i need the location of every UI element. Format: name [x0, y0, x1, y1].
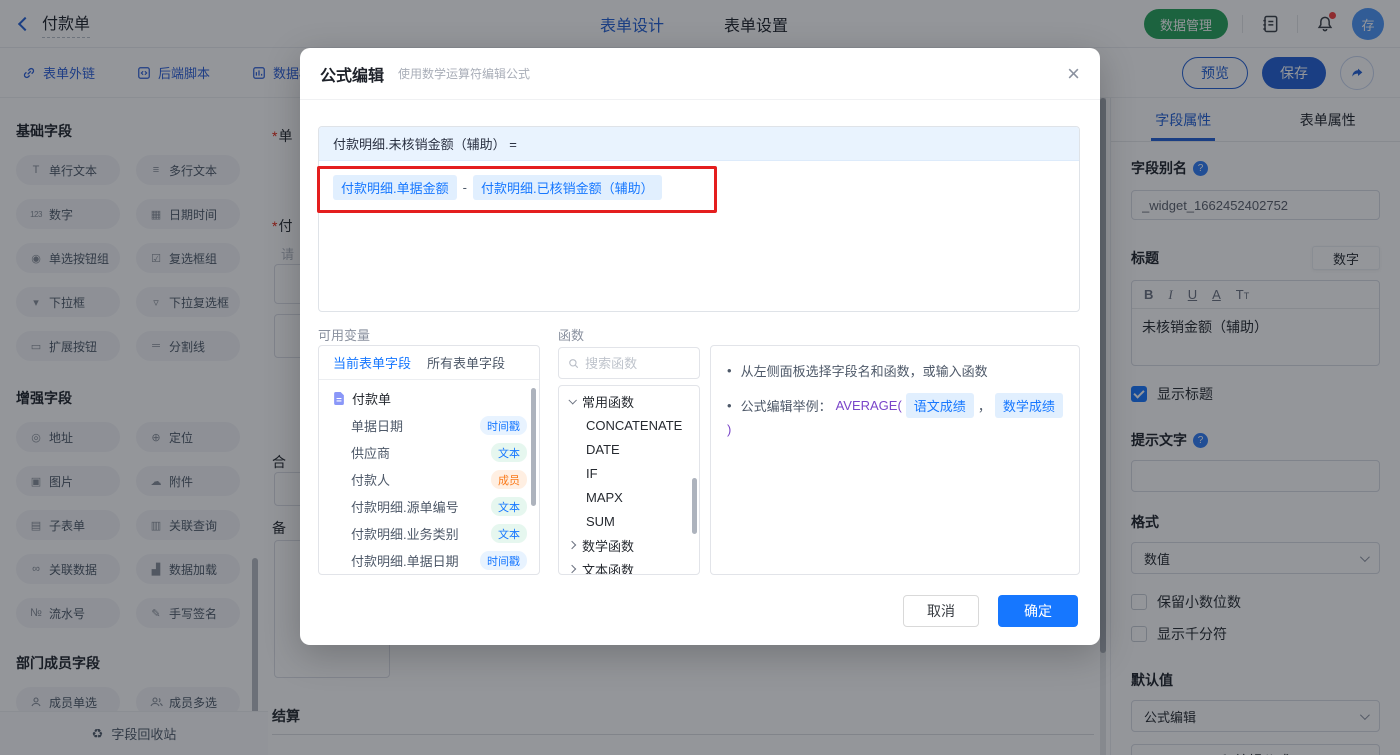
variable-row[interactable]: 付款人 成员 [319, 466, 539, 493]
functions-scrollbar[interactable] [692, 478, 697, 534]
function-search-input[interactable] [585, 355, 690, 371]
variable-row[interactable]: 付款明细.单据日期 时间戳 [319, 547, 539, 574]
type-badge: 文本 [491, 443, 527, 462]
variables-tree: 付款单 单据日期 时间戳 供应商 文本 付款人 成员 付款明细.源单编号 文本 付款明细… [319, 380, 539, 574]
modal-subtitle: 使用数学运算符编辑公式 [398, 67, 531, 81]
modal-header: 公式编辑 使用数学运算符编辑公式 × [300, 48, 1100, 100]
function-group-text[interactable]: 文本函数 [559, 557, 699, 574]
formula-editor-area: 付款明细.未核销金额（辅助） = 付款明细.单据金额 - 付款明细.已核销金额（… [318, 126, 1080, 312]
function-group-common[interactable]: 常用函数 [559, 389, 699, 413]
form-doc-icon [334, 392, 344, 405]
example-field-chip: 数学成绩 [994, 393, 1063, 418]
formula-field-chip[interactable]: 付款明细.单据金额 [333, 175, 457, 200]
confirm-button[interactable]: 确定 [998, 595, 1078, 627]
formula-target: 付款明细.未核销金额（辅助） = [319, 127, 1079, 161]
tips-panel: • 从左侧面板选择字段名和函数，或输入函数 • 公式编辑举例： AVERAGE(… [710, 345, 1080, 575]
close-icon[interactable]: × [1067, 62, 1080, 85]
variable-row[interactable]: 供应商 文本 [319, 439, 539, 466]
variables-label: 可用变量 [318, 328, 371, 343]
variable-row[interactable]: 单据日期 时间戳 [319, 412, 539, 439]
chevron-down-icon [568, 396, 577, 405]
example-function-close: ) [727, 422, 732, 437]
variables-scrollbar[interactable] [531, 388, 536, 506]
functions-label: 函数 [558, 328, 585, 343]
function-item[interactable]: IF [559, 461, 699, 485]
type-badge: 时间戳 [480, 551, 527, 570]
function-item[interactable]: SUM [559, 509, 699, 533]
function-search-box [558, 347, 700, 379]
example-function-open: AVERAGE( [835, 398, 902, 413]
chevron-right-icon [567, 540, 577, 550]
variable-row[interactable]: 付款明细.业务类别 文本 [319, 520, 539, 547]
function-item[interactable]: MAPX [559, 485, 699, 509]
bullet-icon: • [727, 363, 732, 378]
functions-panel: 常用函数 CONCATENATE DATE IF MAPX SUM 数学函数 文… [558, 385, 700, 575]
chevron-right-icon [567, 564, 577, 574]
variables-panel: 当前表单字段 所有表单字段 付款单 单据日期 时间戳 供应商 文本 付款人 成员 付款… [318, 345, 540, 575]
cancel-button[interactable]: 取消 [903, 595, 979, 627]
example-field-chip: 语文成绩 [905, 393, 974, 418]
function-item[interactable]: CONCATENATE [559, 413, 699, 437]
search-icon [569, 358, 579, 368]
type-badge: 文本 [491, 497, 527, 516]
tip-line-1: • 从左侧面板选择字段名和函数，或输入函数 [727, 363, 988, 379]
type-badge: 时间戳 [480, 416, 527, 435]
function-group-math[interactable]: 数学函数 [559, 533, 699, 557]
bullet-icon: • [727, 398, 732, 413]
modal-title: 公式编辑 [320, 67, 385, 85]
formula-field-chip[interactable]: 付款明细.已核销金额（辅助） [472, 175, 662, 200]
variables-tabs: 当前表单字段 所有表单字段 [319, 346, 539, 380]
tip-line-2: • 公式编辑举例： AVERAGE( 语文成绩 ， 数学成绩 ) [727, 393, 1063, 437]
tree-root-form[interactable]: 付款单 [319, 385, 539, 412]
tab-all-form-fields[interactable]: 所有表单字段 [427, 353, 505, 372]
formula-editor-modal: 公式编辑 使用数学运算符编辑公式 × 付款明细.未核销金额（辅助） = 付款明细… [300, 48, 1100, 645]
function-item[interactable]: DATE [559, 437, 699, 461]
app-root: 付款单 表单设计 表单设置 数据管理 存 表单外链 后端脚本 预览 保存 基础字… [0, 0, 1400, 755]
tab-current-form-fields[interactable]: 当前表单字段 [333, 353, 411, 372]
type-badge: 成员 [491, 470, 527, 489]
formula-expression[interactable]: 付款明细.单据金额 - 付款明细.已核销金额（辅助） [319, 161, 1079, 214]
formula-operator: - [462, 180, 467, 195]
variable-row[interactable]: 付款明细.源单编号 文本 [319, 493, 539, 520]
type-badge: 文本 [491, 524, 527, 543]
